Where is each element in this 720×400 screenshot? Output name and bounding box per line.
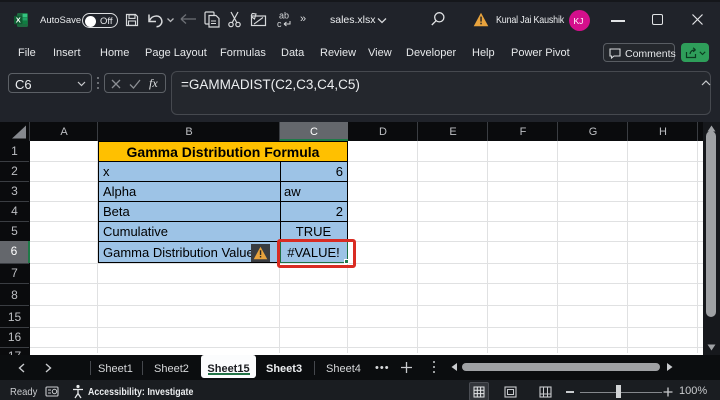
svg-text:X: X — [16, 16, 21, 25]
svg-text:c: c — [277, 19, 282, 28]
